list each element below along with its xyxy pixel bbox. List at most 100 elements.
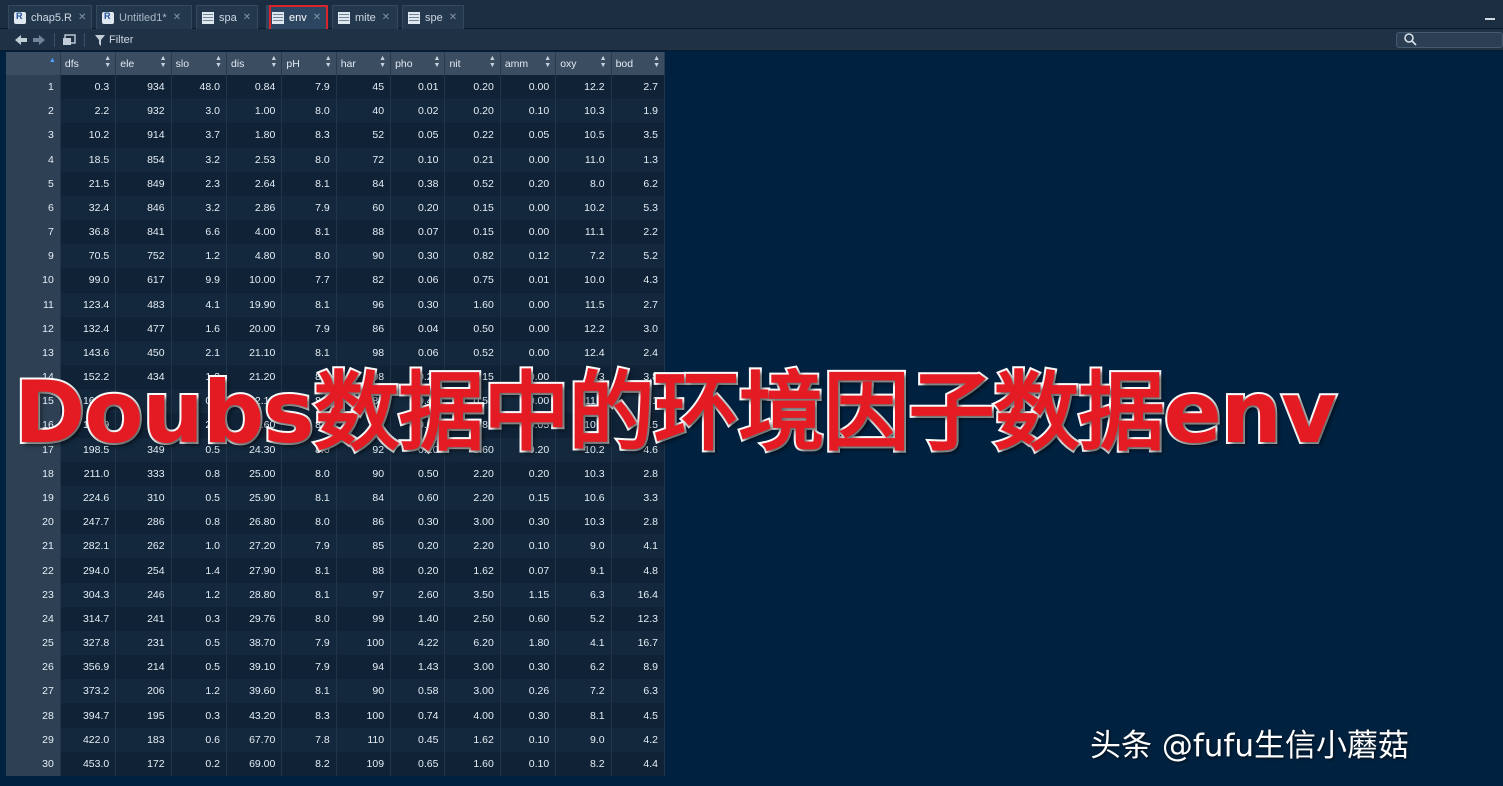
table-cell: 5.2 bbox=[555, 606, 612, 631]
table-row[interactable]: 29 422.0 183 0.6 67.70 7.8 110 0.45 1.62 0.10 9.0 4… bbox=[6, 727, 666, 752]
table-cell: 8.0 bbox=[281, 510, 337, 535]
tab-label: spa bbox=[219, 11, 237, 24]
table-row[interactable]: 2 2.2 932 3.0 1.00 8.0 40 0.02 0.20 0.10 10.3 1.9 bbox=[6, 99, 666, 124]
close-icon[interactable]: ✕ bbox=[313, 12, 321, 23]
table-row[interactable]: 25 327.8 231 0.5 38.70 7.9 100 4.22 6.20 1.80 4.1 1… bbox=[6, 630, 666, 656]
table-row[interactable]: 22 294.0 254 1.4 27.90 8.1 88 0.20 1.62 0.07 9.1 4.… bbox=[6, 558, 666, 583]
popout-window-icon[interactable] bbox=[62, 29, 76, 51]
column-header-pho[interactable]: pho ▲ ▼ bbox=[390, 52, 446, 75]
r-script-icon bbox=[14, 11, 26, 24]
table-cell: 0.82 bbox=[444, 244, 501, 269]
table-cell: 0.8 bbox=[171, 510, 227, 535]
table-cell: 48.0 bbox=[171, 75, 227, 100]
table-row[interactable]: 28 394.7 195 0.3 43.20 8.3 100 0.74 4.00 0.30 8.1 4… bbox=[6, 703, 666, 728]
table-row[interactable]: 5 21.5 849 2.3 2.64 8.1 84 0.38 0.52 0.20 8.0 6.2 bbox=[6, 171, 666, 196]
table-cell: 0.75 bbox=[444, 268, 501, 293]
column-header-dis[interactable]: dis ▲ ▼ bbox=[226, 52, 283, 75]
column-header-amm[interactable]: amm ▲ ▼ bbox=[500, 52, 557, 75]
table-cell: 0.50 bbox=[444, 316, 501, 341]
table-cell: 11.1 bbox=[555, 220, 612, 245]
column-header-oxy[interactable]: oxy ▲ ▼ bbox=[555, 52, 612, 75]
tab-spa[interactable]: spa ✕ bbox=[196, 5, 258, 29]
row-index-header[interactable]: ▲ bbox=[6, 52, 61, 75]
table-row[interactable]: 20 247.7 286 0.8 26.80 8.0 86 0.30 3.00 0.30 10.3 2… bbox=[6, 510, 666, 535]
table-row[interactable]: 30 453.0 172 0.2 69.00 8.2 109 0.65 1.60 0.10 8.2 4… bbox=[6, 751, 666, 776]
table-row[interactable]: 7 36.8 841 6.6 4.00 8.1 88 0.07 0.15 0.00 11.1 2.2 bbox=[6, 220, 666, 245]
table-cell: 0.30 bbox=[500, 510, 557, 535]
table-cell: 0.30 bbox=[500, 703, 557, 728]
table-cell: 7.9 bbox=[281, 630, 337, 656]
table-row[interactable]: 24 314.7 241 0.3 29.76 8.0 99 1.40 2.50 0.60 5.2 12… bbox=[6, 606, 666, 631]
table-cell: 183 bbox=[115, 727, 172, 752]
table-cell: 8.0 bbox=[555, 171, 612, 196]
table-cell: 0.20 bbox=[390, 534, 446, 559]
sort-ascending-icon: ▲ bbox=[48, 57, 56, 64]
column-header-slo[interactable]: slo ▲ ▼ bbox=[171, 52, 227, 75]
tab-chap5-r[interactable]: chap5.R ✕ bbox=[8, 5, 92, 29]
table-cell: 10.6 bbox=[555, 485, 612, 511]
table-cell: 0.30 bbox=[390, 510, 446, 535]
table-cell: 3.2 bbox=[171, 195, 227, 221]
tab-env[interactable]: env ✕ bbox=[266, 5, 328, 29]
close-icon[interactable]: ✕ bbox=[173, 12, 181, 23]
tab-label: mite bbox=[355, 11, 376, 24]
table-cell: 0.3 bbox=[171, 703, 227, 728]
column-header-bod[interactable]: bod ▲ ▼ bbox=[611, 52, 666, 75]
table-cell: 195 bbox=[115, 703, 172, 728]
row-number: 6 bbox=[6, 195, 61, 221]
sort-icon: ▲ ▼ bbox=[270, 55, 278, 69]
row-number: 23 bbox=[6, 582, 61, 607]
overlay-headline: Doubs数据中的环境因子数据env bbox=[12, 361, 1339, 465]
close-icon[interactable]: ✕ bbox=[78, 12, 86, 23]
table-cell: 100 bbox=[336, 630, 392, 656]
table-cell: 8.1 bbox=[281, 582, 337, 607]
tab-spe[interactable]: spe ✕ bbox=[402, 5, 464, 29]
column-header-ph[interactable]: pH ▲ ▼ bbox=[281, 52, 337, 75]
table-cell: 7.9 bbox=[281, 534, 337, 559]
table-row[interactable]: 3 10.2 914 3.7 1.80 8.3 52 0.05 0.22 0.05 10.5 3.5 bbox=[6, 123, 666, 148]
table-cell: 39.60 bbox=[226, 679, 283, 704]
column-header-har[interactable]: har ▲ ▼ bbox=[336, 52, 392, 75]
table-row[interactable]: 10 99.0 617 9.9 10.00 7.7 82 0.06 0.75 0.01 10.0 4.… bbox=[6, 268, 666, 293]
table-cell: 90 bbox=[336, 679, 392, 704]
row-number: 30 bbox=[6, 751, 61, 776]
table-row[interactable]: 4 18.5 854 3.2 2.53 8.0 72 0.10 0.21 0.00 11.0 1.3 bbox=[6, 147, 666, 172]
table-cell: 88 bbox=[336, 220, 392, 245]
table-row[interactable]: 11 123.4 483 4.1 19.90 8.1 96 0.30 1.60 0.00 11.5 2… bbox=[6, 292, 666, 317]
table-cell: 3.00 bbox=[444, 655, 501, 680]
table-cell: 934 bbox=[115, 75, 172, 100]
table-row[interactable]: 12 132.4 477 1.6 20.00 7.9 86 0.04 0.50 0.00 12.2 3… bbox=[6, 316, 666, 341]
close-icon[interactable]: ✕ bbox=[449, 12, 457, 23]
forward-arrow-icon[interactable] bbox=[32, 29, 46, 51]
table-cell: 11.5 bbox=[555, 292, 612, 317]
table-cell: 0.60 bbox=[390, 485, 446, 511]
maximize-pane-icon[interactable] bbox=[1485, 18, 1495, 20]
table-row[interactable]: 23 304.3 246 1.2 28.80 8.1 97 2.60 3.50 1.15 6.3 16… bbox=[6, 582, 666, 607]
table-row[interactable]: 19 224.6 310 0.5 25.90 8.1 84 0.60 2.20 0.15 10.6 3… bbox=[6, 485, 666, 511]
sort-icon: ▲ ▼ bbox=[488, 55, 496, 69]
table-row[interactable]: 27 373.2 206 1.2 39.60 8.1 90 0.58 3.00 0.26 7.2 6.… bbox=[6, 679, 666, 704]
table-row[interactable]: 9 70.5 752 1.2 4.80 8.0 90 0.30 0.82 0.12 7.2 5.2 bbox=[6, 244, 666, 269]
close-icon[interactable]: ✕ bbox=[382, 12, 390, 23]
table-cell: 0.65 bbox=[390, 751, 446, 776]
tab-mite[interactable]: mite ✕ bbox=[332, 5, 398, 29]
sort-icon: ▲ ▼ bbox=[599, 55, 607, 69]
table-row[interactable]: 1 0.3 934 48.0 0.84 7.9 45 0.01 0.20 0.00 12.2 2.7 bbox=[6, 75, 666, 100]
toolbar-divider bbox=[84, 33, 85, 47]
column-header-ele[interactable]: ele ▲ ▼ bbox=[115, 52, 172, 75]
table-cell: 82 bbox=[336, 268, 392, 293]
table-cell: 28.80 bbox=[226, 582, 283, 607]
table-cell: 752 bbox=[115, 244, 172, 269]
table-cell: 90 bbox=[336, 244, 392, 269]
close-icon[interactable]: ✕ bbox=[243, 12, 251, 23]
table-row[interactable]: 6 32.4 846 3.2 2.86 7.9 60 0.20 0.15 0.00 10.2 5.3 bbox=[6, 195, 666, 221]
table-cell: 0.3 bbox=[60, 75, 117, 100]
table-cell: 6.3 bbox=[611, 679, 666, 704]
filter-button[interactable]: Filter bbox=[95, 29, 133, 51]
column-header-nit[interactable]: nit ▲ ▼ bbox=[444, 52, 501, 75]
table-row[interactable]: 21 282.1 262 1.0 27.20 7.9 85 0.20 2.20 0.10 9.0 4.… bbox=[6, 534, 666, 559]
back-arrow-icon[interactable] bbox=[14, 29, 28, 51]
tab-untitled1[interactable]: Untitled1* ✕ bbox=[96, 5, 192, 29]
table-row[interactable]: 26 356.9 214 0.5 39.10 7.9 94 1.43 3.00 0.30 6.2 8.… bbox=[6, 655, 666, 680]
column-header-dfs[interactable]: dfs ▲ ▼ bbox=[60, 52, 117, 75]
